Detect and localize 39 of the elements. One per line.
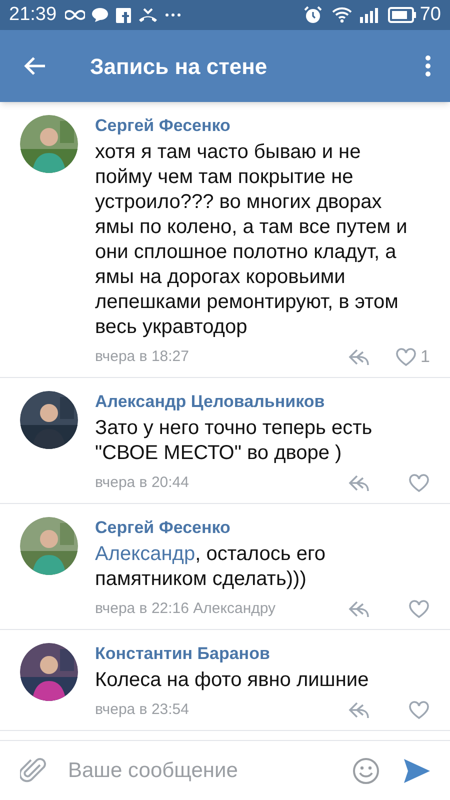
comment-meta: вчера в 23:54 [95, 700, 190, 720]
screen-title: Запись на стене [90, 52, 268, 80]
square-logo-icon [116, 8, 131, 22]
status-time: 21:39 [9, 2, 57, 27]
reply-icon[interactable] [348, 600, 370, 618]
more-options-icon [425, 55, 431, 77]
battery-level: 70 [420, 2, 441, 27]
comment-text: хотя я там часто бываю и не пойму чем там покрытие не устроило??? во многих дворах ямы по колено, а там все путем и они сплошное полотно кладут, а ямы на дорогах коровьими лепешками ремонтируют, в этом весь укравтодор [95, 140, 408, 340]
send-icon[interactable] [404, 758, 430, 782]
wifi-icon [332, 7, 352, 23]
missed-call-icon [138, 7, 158, 23]
chat-bubble-icon [90, 7, 109, 23]
comment-text: Зато у него точно теперь есть "СВОЕ МЕСТО" во дворе ) [95, 416, 374, 466]
message-input-field[interactable]: Ваше сообщение [68, 754, 352, 786]
author-name[interactable]: Константин Баранов [95, 643, 430, 665]
comment-meta: вчера в 20:44 [95, 472, 190, 493]
comment-meta: вчера в 22:16 Александру [95, 598, 277, 619]
emoji-icon[interactable] [352, 756, 380, 784]
author-name[interactable]: Сергей Фесенко [95, 115, 430, 137]
reply-link[interactable]: Александр [95, 543, 196, 565]
reply-icon[interactable] [348, 701, 370, 719]
paperclip-icon[interactable] [20, 756, 46, 784]
alarm-clock-icon [304, 6, 322, 24]
battery-icon [388, 7, 416, 23]
author-name[interactable]: Александр Целовальников [95, 391, 430, 413]
comment-text: Александр, осталось его памятником сделать))) [95, 542, 326, 592]
back-arrow-icon [23, 56, 47, 76]
comment-meta: вчера в 18:27 [95, 346, 190, 367]
comment-text: Колеса на фото явно лишние [95, 668, 370, 693]
heart-icon[interactable] [408, 474, 430, 492]
heart-icon[interactable] [408, 600, 430, 618]
heart-icon[interactable] [394, 348, 417, 366]
reply-icon[interactable] [348, 474, 370, 492]
heart-icon[interactable] [408, 700, 430, 720]
infinity-icon [64, 9, 85, 21]
like-count: 1 [420, 346, 430, 368]
reply-icon[interactable] [348, 348, 370, 366]
author-name[interactable]: Сергей Фесенко [95, 517, 430, 539]
more-notifications-icon [164, 13, 181, 17]
